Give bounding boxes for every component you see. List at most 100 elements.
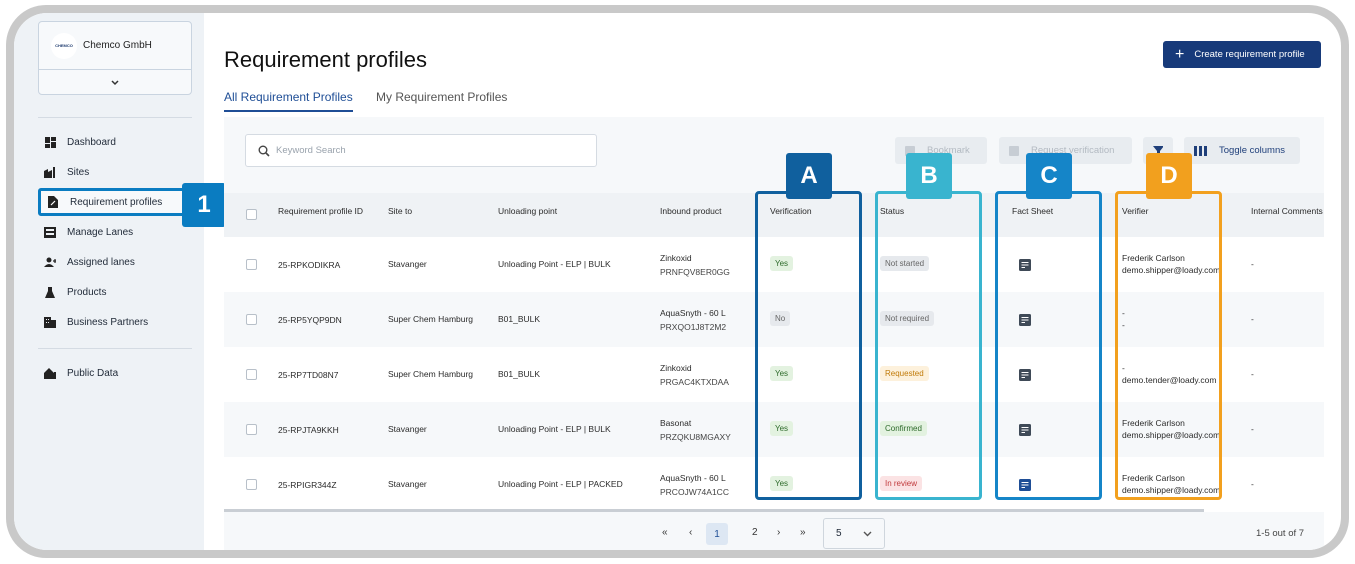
row-checkbox[interactable] xyxy=(246,314,257,325)
column-header[interactable]: Inbound product xyxy=(660,206,721,216)
internal-comments: - xyxy=(1251,479,1254,489)
sidebar-item-dashboard[interactable]: Dashboard xyxy=(44,131,116,153)
toggle-columns-button[interactable]: Toggle columns xyxy=(1184,137,1300,164)
rows-per-page-select[interactable]: 5 xyxy=(823,518,885,549)
profile-id: 25-RPJTA9KKH xyxy=(278,425,339,435)
chevron-down-icon xyxy=(863,529,872,539)
row-checkbox[interactable] xyxy=(246,259,257,270)
unloading-point: B01_BULK xyxy=(498,369,541,379)
sidebar-item-business-partners[interactable]: Business Partners xyxy=(44,311,148,333)
column-header[interactable]: Requirement profile ID xyxy=(278,206,363,216)
pagination-summary: 1-5 out of 7 xyxy=(1256,528,1305,539)
document-edit-icon xyxy=(47,196,59,208)
highlight-verification-column xyxy=(755,191,862,500)
site-to: Stavanger xyxy=(388,259,427,269)
org-logo: CHEMCO xyxy=(51,32,77,59)
person-add-icon xyxy=(44,256,56,268)
public-icon xyxy=(44,367,56,379)
sidebar-item-products[interactable]: Products xyxy=(44,281,106,303)
row-checkbox[interactable] xyxy=(246,424,257,435)
sidebar-item-label: Public Data xyxy=(67,367,119,379)
tab-all-requirement-profiles[interactable]: All Requirement Profiles xyxy=(224,90,353,112)
nav-divider xyxy=(38,348,192,349)
sidebar-item-public-data[interactable]: Public Data xyxy=(44,362,118,384)
sidebar: CHEMCO Chemco GmbH Dashboard Sites Requi… xyxy=(14,13,204,550)
nav-divider xyxy=(38,117,192,118)
highlight-status-column xyxy=(875,191,982,500)
org-name: Chemco GmbH xyxy=(83,40,152,51)
unloading-point: Unloading Point - ELP | BULK xyxy=(498,259,611,269)
internal-comments: - xyxy=(1251,259,1254,269)
page-2-button[interactable]: 2 xyxy=(752,527,758,538)
column-header[interactable]: Site to xyxy=(388,206,412,216)
column-header[interactable]: Internal Comments xyxy=(1251,206,1323,216)
last-page-button[interactable]: » xyxy=(800,527,806,538)
unloading-point: Unloading Point - ELP | BULK xyxy=(498,424,611,434)
dashboard-icon xyxy=(44,136,56,148)
product-name: Basonat xyxy=(660,418,692,428)
profile-id: 25-RPKODIKRA xyxy=(278,260,341,270)
app-screen: CHEMCO Chemco GmbH Dashboard Sites Requi… xyxy=(14,13,1341,550)
next-page-button[interactable]: › xyxy=(777,527,780,538)
create-button-label: Create requirement profile xyxy=(1194,49,1305,60)
page-title: Requirement profiles xyxy=(224,47,427,72)
flask-icon xyxy=(44,286,56,298)
product-code: PRGAC4KTXDAA xyxy=(660,377,729,387)
search-icon xyxy=(258,145,270,157)
sidebar-item-label: Sites xyxy=(67,166,90,178)
create-requirement-profile-button[interactable]: + Create requirement profile xyxy=(1163,41,1321,68)
site-to: Stavanger xyxy=(388,424,427,434)
product-code: PRNFQV8ER0GG xyxy=(660,267,730,277)
org-switcher[interactable]: CHEMCO Chemco GmbH xyxy=(38,21,192,95)
row-checkbox[interactable] xyxy=(246,369,257,380)
building-icon xyxy=(44,316,56,328)
sidebar-item-sites[interactable]: Sites xyxy=(44,161,89,183)
highlight-verifier-column xyxy=(1115,191,1222,500)
sidebar-item-label: Business Partners xyxy=(67,316,149,328)
site-to: Super Chem Hamburg xyxy=(388,314,474,324)
profile-id: 25-RPIGR344Z xyxy=(278,480,337,490)
product-code: PRCOJW74A1CC xyxy=(660,487,729,497)
unloading-point: B01_BULK xyxy=(498,314,541,324)
site-to: Super Chem Hamburg xyxy=(388,369,474,379)
callout-badge-d: D xyxy=(1146,153,1192,199)
row-checkbox[interactable] xyxy=(246,479,257,490)
rows-per-page-value: 5 xyxy=(836,528,842,539)
horizontal-scrollbar[interactable] xyxy=(224,509,1204,512)
highlight-fact-sheet-column xyxy=(995,191,1102,500)
profile-id: 25-RP7TD08N7 xyxy=(278,370,339,380)
chevron-down-icon[interactable] xyxy=(39,70,191,95)
sidebar-item-requirement-profiles[interactable]: Requirement profiles xyxy=(38,188,188,216)
sidebar-item-manage-lanes[interactable]: Manage Lanes xyxy=(44,221,133,243)
select-all-checkbox[interactable] xyxy=(246,209,257,220)
site-to: Stavanger xyxy=(388,479,427,489)
factory-icon xyxy=(44,166,56,178)
profile-id: 25-RP5YQP9DN xyxy=(278,315,342,325)
column-header[interactable]: Unloading point xyxy=(498,206,557,216)
sidebar-item-label: Products xyxy=(67,286,107,298)
sidebar-item-label: Requirement profiles xyxy=(70,196,163,208)
internal-comments: - xyxy=(1251,369,1254,379)
first-page-button[interactable]: « xyxy=(662,527,668,538)
prev-page-button[interactable]: ‹ xyxy=(689,527,692,538)
toggle-columns-label: Toggle columns xyxy=(1219,145,1286,156)
product-name: Zinkoxid xyxy=(660,363,692,373)
callout-badge-b: B xyxy=(906,153,952,199)
search-placeholder: Keyword Search xyxy=(276,145,346,156)
product-name: AquaSnyth - 60 L xyxy=(660,308,726,318)
plus-icon: + xyxy=(1175,45,1185,63)
callout-badge-a: A xyxy=(786,153,832,199)
lanes-icon xyxy=(44,226,56,238)
product-name: Zinkoxid xyxy=(660,253,692,263)
columns-icon xyxy=(1194,145,1207,156)
page-1-button[interactable]: 1 xyxy=(706,523,728,545)
sidebar-item-assigned-lanes[interactable]: Assigned lanes xyxy=(44,251,135,273)
internal-comments: - xyxy=(1251,314,1254,324)
product-code: PRZQKU8MGAXY xyxy=(660,432,731,442)
sidebar-item-label: Dashboard xyxy=(67,136,116,148)
unloading-point: Unloading Point - ELP | PACKED xyxy=(498,479,623,489)
tab-my-requirement-profiles[interactable]: My Requirement Profiles xyxy=(376,90,507,104)
request-verification-icon xyxy=(1009,145,1019,156)
search-input[interactable]: Keyword Search xyxy=(245,134,597,167)
sidebar-item-label: Manage Lanes xyxy=(67,226,134,238)
